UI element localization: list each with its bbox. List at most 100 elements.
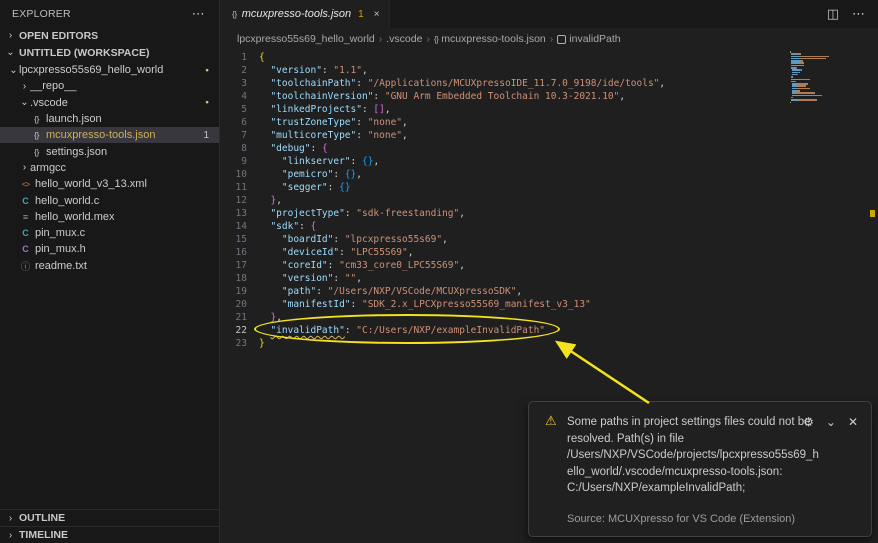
code-line-22[interactable]: 22 "invalidPath": "C:/Users/NXP/exampleI… xyxy=(221,324,878,337)
breadcrumb-separator: › xyxy=(379,33,383,45)
tree-item-label: mcuxpresso-tools.json xyxy=(46,129,155,141)
close-icon[interactable]: ✕ xyxy=(848,415,858,429)
tree-item-armgcc[interactable]: ›armgcc xyxy=(0,160,219,176)
workspace-section[interactable]: ⌄ UNTITLED (WORKSPACE) xyxy=(0,44,219,61)
line-number: 6 xyxy=(221,116,247,129)
outline-label: OUTLINE xyxy=(19,512,65,524)
tree-item-label: hello_world.mex xyxy=(35,211,114,223)
tree-item-pin_mux.h[interactable]: Cpin_mux.h xyxy=(0,241,219,257)
explorer-title: EXPLORER xyxy=(12,8,71,20)
overview-warning-marker xyxy=(870,210,875,217)
line-number: 20 xyxy=(221,298,247,311)
line-number: 13 xyxy=(221,207,247,220)
code-line-7[interactable]: 7 "multicoreType": "none", xyxy=(221,129,878,142)
editor-more-actions-icon[interactable]: ⋯ xyxy=(852,6,865,22)
split-editor-icon[interactable]: ◫ xyxy=(827,6,839,22)
close-tab-icon[interactable]: × xyxy=(374,9,380,20)
code-line-10[interactable]: 10 "pemicro": {}, xyxy=(221,168,878,181)
tree-item-pin_mux.c[interactable]: Cpin_mux.c xyxy=(0,225,219,241)
tree-item-.vscode[interactable]: ⌄.vscode● xyxy=(0,95,219,111)
tree-item-label: launch.json xyxy=(46,113,102,125)
code-line-13[interactable]: 13 "projectType": "sdk-freestanding", xyxy=(221,207,878,220)
minimap-line xyxy=(790,58,833,60)
minimap-line xyxy=(790,65,833,67)
code-line-14[interactable]: 14 "sdk": { xyxy=(221,220,878,233)
line-number: 22 xyxy=(221,324,247,337)
chevron-down-icon: ⌄ xyxy=(5,47,16,58)
code-line-4[interactable]: 4 "toolchainVersion": "GNU Arm Embedded … xyxy=(221,90,878,103)
minimap-line xyxy=(790,99,833,101)
code-editor[interactable]: 1{2 "version": "1.1",3 "toolchainPath": … xyxy=(221,51,878,350)
code-line-17[interactable]: 17 "coreId": "cm33_core0_LPC55S69", xyxy=(221,259,878,272)
line-number: 2 xyxy=(221,64,247,77)
more-actions-icon[interactable]: ⋯ xyxy=(192,6,205,22)
sidebar-bottom-sections: › OUTLINE › TIMELINE xyxy=(0,509,219,543)
code-line-16[interactable]: 16 "deviceId": "LPC55S69", xyxy=(221,246,878,259)
line-number: 15 xyxy=(221,233,247,246)
tree-item-settings.json[interactable]: {}settings.json xyxy=(0,143,219,159)
code-line-text: "toolchainPath": "/Applications/MCUXpres… xyxy=(259,77,665,90)
tree-item-launch.json[interactable]: {}launch.json xyxy=(0,111,219,127)
outline-section[interactable]: › OUTLINE xyxy=(0,509,219,526)
open-editors-section[interactable]: › OPEN EDITORS xyxy=(0,27,219,44)
tree-item-readme.txt[interactable]: ⓘreadme.txt xyxy=(0,258,219,274)
code-line-19[interactable]: 19 "path": "/Users/NXP/VSCode/MCUXpresso… xyxy=(221,285,878,298)
code-line-9[interactable]: 9 "linkserver": {}, xyxy=(221,155,878,168)
code-line-5[interactable]: 5 "linkedProjects": [], xyxy=(221,103,878,116)
tree-item-mcuxpresso-tools.json[interactable]: {}mcuxpresso-tools.json1 xyxy=(0,127,219,143)
code-line-text: "trustZoneType": "none", xyxy=(259,116,408,129)
tree-item-hello_world.c[interactable]: Chello_world.c xyxy=(0,192,219,208)
mex-file-icon: ≡ xyxy=(19,212,32,222)
code-line-11[interactable]: 11 "segger": {} xyxy=(221,181,878,194)
line-number: 9 xyxy=(221,155,247,168)
gear-icon[interactable]: ⚙ xyxy=(803,415,814,429)
tab-mcuxpresso-tools-json[interactable]: {} mcuxpresso-tools.json 1 × xyxy=(221,0,390,28)
code-line-21[interactable]: 21 }, xyxy=(221,311,878,324)
breadcrumb-separator: › xyxy=(426,33,430,45)
breadcrumb-invalidPath[interactable]: invalidPath xyxy=(557,33,620,45)
explorer-sidebar: EXPLORER ⋯ › OPEN EDITORS ⌄ UNTITLED (WO… xyxy=(0,0,220,543)
minimap-line xyxy=(790,102,833,104)
tree-item-__repo__[interactable]: ›__repo__ xyxy=(0,78,219,94)
code-line-1[interactable]: 1{ xyxy=(221,51,878,64)
code-line-12[interactable]: 12 }, xyxy=(221,194,878,207)
line-number: 8 xyxy=(221,142,247,155)
code-line-8[interactable]: 8 "debug": { xyxy=(221,142,878,155)
line-number: 16 xyxy=(221,246,247,259)
minimap[interactable] xyxy=(790,51,833,104)
code-line-3[interactable]: 3 "toolchainPath": "/Applications/MCUXpr… xyxy=(221,77,878,90)
minimap-line xyxy=(790,51,833,53)
chevron-right-icon: › xyxy=(5,530,16,541)
code-line-text: "deviceId": "LPC55S69", xyxy=(259,246,413,259)
code-line-23[interactable]: 23} xyxy=(221,337,878,350)
breadcrumb-label: invalidPath xyxy=(569,33,620,45)
line-number: 3 xyxy=(221,77,247,90)
code-line-15[interactable]: 15 "boardId": "lpcxpresso55s69", xyxy=(221,233,878,246)
notification-toast: ⚠ Some paths in project settings files c… xyxy=(528,401,872,537)
code-line-text: "manifestId": "SDK_2.x_LPCXpresso55S69_m… xyxy=(259,298,591,311)
xml-file-icon: <> xyxy=(19,180,32,189)
code-line-18[interactable]: 18 "version": "", xyxy=(221,272,878,285)
timeline-section[interactable]: › TIMELINE xyxy=(0,526,219,543)
minimap-line xyxy=(790,88,833,90)
json-file-icon: {} xyxy=(30,130,43,140)
line-number: 18 xyxy=(221,272,247,285)
chevron-right-icon: › xyxy=(19,162,30,173)
code-line-text: "version": "", xyxy=(259,272,362,285)
json-file-icon: {} xyxy=(30,114,43,124)
line-number: 21 xyxy=(221,311,247,324)
breadcrumb: lpcxpresso55s69_hello_world›.vscode›{}mc… xyxy=(221,28,878,50)
tree-item-lpcxpresso55s69_hello_world[interactable]: ⌄lpcxpresso55s69_hello_world● xyxy=(0,62,219,78)
minimap-line xyxy=(790,92,833,94)
line-number: 19 xyxy=(221,285,247,298)
tree-item-hello_world.mex[interactable]: ≡hello_world.mex xyxy=(0,209,219,225)
breadcrumb-lpcxpresso55s69_hello_world[interactable]: lpcxpresso55s69_hello_world xyxy=(237,33,375,45)
timeline-label: TIMELINE xyxy=(19,529,68,541)
code-line-20[interactable]: 20 "manifestId": "SDK_2.x_LPCXpresso55S6… xyxy=(221,298,878,311)
code-line-2[interactable]: 2 "version": "1.1", xyxy=(221,64,878,77)
tree-item-hello_world_v3_13.xml[interactable]: <>hello_world_v3_13.xml xyxy=(0,176,219,192)
breadcrumb-mcuxpresso-tools.json[interactable]: {}mcuxpresso-tools.json xyxy=(434,33,546,45)
code-line-6[interactable]: 6 "trustZoneType": "none", xyxy=(221,116,878,129)
chevron-down-icon[interactable]: ⌄ xyxy=(826,415,836,429)
breadcrumb-.vscode[interactable]: .vscode xyxy=(386,33,422,45)
